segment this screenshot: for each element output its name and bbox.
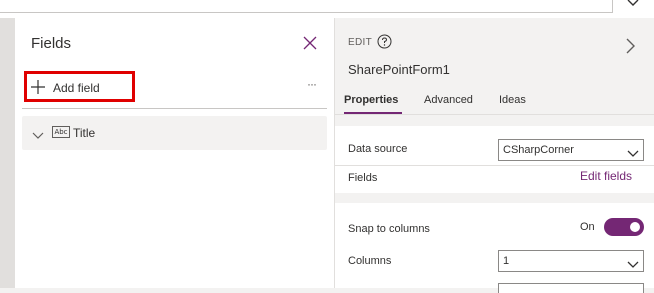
add-field-label: Add field — [53, 81, 100, 95]
chevron-down-icon[interactable] — [623, 0, 643, 10]
toggle-knob — [630, 222, 640, 232]
data-source-dropdown[interactable]: CSharpCorner — [498, 139, 644, 161]
tab-ideas[interactable]: Ideas — [499, 94, 526, 106]
layout-section: Snap to columns Columns 1 — [335, 203, 654, 293]
canvas-edge — [0, 18, 15, 288]
panel-title: Fields — [31, 35, 72, 52]
columns-dropdown[interactable]: 1 — [498, 250, 644, 272]
add-field-button[interactable]: Add field — [24, 71, 135, 102]
fields-label: Fields — [348, 172, 378, 184]
fields-panel: Fields Add field ··· Abc Title — [15, 18, 335, 288]
text-field-type-icon: Abc — [52, 126, 70, 138]
edit-label: EDIT — [348, 37, 372, 48]
columns-value: 1 — [503, 255, 510, 267]
ellipsis-icon[interactable]: ··· — [307, 77, 317, 91]
columns-label: Columns — [348, 255, 392, 267]
chevron-down-icon — [627, 145, 639, 157]
snap-to-columns-label: Snap to columns — [348, 223, 430, 235]
control-name: SharePointForm1 — [348, 62, 450, 77]
divider — [335, 165, 654, 166]
divider — [22, 108, 327, 109]
field-item-title[interactable]: Abc Title — [22, 116, 327, 150]
field-item-label: Title — [73, 126, 96, 140]
chevron-down-icon[interactable] — [32, 127, 44, 139]
tab-advanced[interactable]: Advanced — [424, 94, 473, 106]
plus-icon — [31, 80, 45, 94]
help-icon[interactable] — [377, 34, 392, 49]
snap-to-columns-toggle[interactable] — [604, 218, 644, 236]
next-dropdown[interactable] — [498, 283, 644, 293]
close-icon[interactable] — [303, 36, 317, 50]
tab-properties[interactable]: Properties — [344, 94, 398, 106]
properties-panel: EDIT SharePointForm1 Properties Advanced… — [335, 18, 654, 293]
chevron-down-icon — [627, 256, 639, 268]
data-source-value: CSharpCorner — [503, 144, 574, 156]
formula-bar — [0, 0, 654, 18]
toggle-state-label: On — [580, 221, 595, 233]
data-source-label: Data source — [348, 143, 408, 155]
divider — [335, 114, 654, 115]
chevron-right-icon[interactable] — [625, 38, 637, 54]
edit-fields-link[interactable]: Edit fields — [580, 169, 632, 183]
formula-input[interactable] — [0, 0, 613, 13]
